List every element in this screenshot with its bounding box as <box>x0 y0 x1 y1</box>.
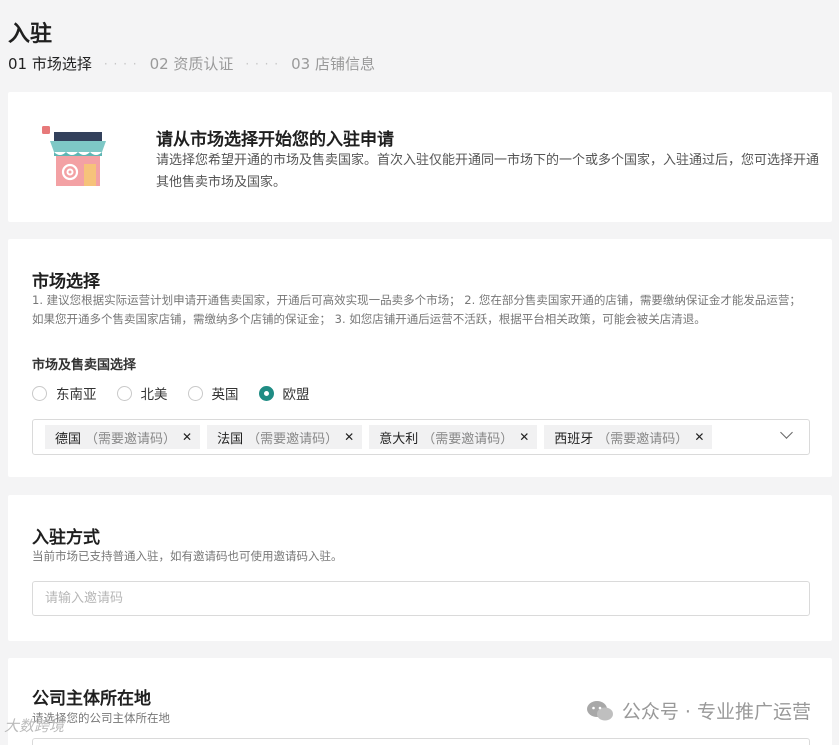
intro-title: 请从市场选择开始您的入驻申请 <box>156 130 394 150</box>
market-radio-group: 东南亚 北美 英国 欧盟 <box>32 383 330 403</box>
radio-checked-icon <box>258 385 274 401</box>
page-title: 入驻 <box>8 22 53 47</box>
close-icon[interactable]: ✕ <box>344 430 354 444</box>
step-indicator: 01 市场选择 · · · · 02 资质认证 · · · · 03 店铺信息 <box>8 53 375 74</box>
intro-description: 请选择您希望开通的市场及售卖国家。首次入驻仅能开通同一市场下的一个或多个国家，入… <box>156 153 820 190</box>
watermark-left: 大数跨境 <box>4 717 65 735</box>
country-tag: 法国 （需要邀请码） ✕ <box>207 425 363 449</box>
country-tag: 意大利 （需要邀请码） ✕ <box>369 425 538 449</box>
country-tag: 西班牙 （需要邀请码） ✕ <box>544 425 713 449</box>
entry-method-title: 入驻方式 <box>32 528 100 548</box>
tag-country-name: 意大利 <box>379 431 419 447</box>
tag-note: （需要邀请码） <box>597 431 689 447</box>
wechat-icon <box>586 700 613 720</box>
tag-note: （需要邀请码） <box>422 431 514 447</box>
market-description: 1. 建议您根据实际运营计划申请开通售卖国家，开通后可高效实现一品卖多个市场； … <box>32 293 801 326</box>
market-country-label: 市场及售卖国选择 <box>32 358 137 373</box>
radio-label: 东南亚 <box>56 387 97 403</box>
market-title: 市场选择 <box>32 272 100 292</box>
shop-icon <box>42 126 106 186</box>
step-separator: · · · · <box>103 56 138 71</box>
radio-north-america[interactable]: 北美 <box>116 383 168 403</box>
watermark: 公众号 · 专业推广运营 <box>586 697 811 724</box>
country-multi-select[interactable]: 德国 （需要邀请码） ✕ 法国 （需要邀请码） ✕ 意大利 （需要邀请码） ✕ … <box>32 419 810 455</box>
watermark-text: 公众号 · 专业推广运营 <box>621 701 811 723</box>
company-location-title: 公司主体所在地 <box>32 689 151 709</box>
tag-country-name: 法国 <box>217 431 244 447</box>
radio-uk[interactable]: 英国 <box>187 383 239 403</box>
radio-label: 北美 <box>140 387 168 403</box>
close-icon[interactable]: ✕ <box>519 430 529 444</box>
market-card: 市场选择 1. 建议您根据实际运营计划申请开通售卖国家，开通后可高效实现一品卖多… <box>8 239 832 477</box>
tag-country-name: 西班牙 <box>554 431 594 447</box>
entry-method-card: 入驻方式 当前市场已支持普通入驻，如有邀请码也可使用邀请码入驻。 <box>8 495 832 641</box>
invite-code-input[interactable] <box>32 581 810 616</box>
tag-note: （需要邀请码） <box>247 431 339 447</box>
step-3: 03 店铺信息 <box>291 55 375 73</box>
radio-label: 欧盟 <box>282 387 310 403</box>
country-tag: 德国 （需要邀请码） ✕ <box>45 425 201 449</box>
close-icon[interactable]: ✕ <box>182 430 192 444</box>
radio-circle-icon <box>116 385 132 401</box>
radio-eu[interactable]: 欧盟 <box>258 383 310 403</box>
step-separator: · · · · <box>245 56 280 71</box>
radio-circle-icon <box>32 385 47 401</box>
intro-card: 请从市场选择开始您的入驻申请 请选择您希望开通的市场及售卖国家。首次入驻仅能开通… <box>8 92 832 222</box>
radio-label: 英国 <box>211 387 239 403</box>
tag-note: （需要邀请码） <box>85 431 177 447</box>
radio-southeast-asia[interactable]: 东南亚 <box>32 383 97 403</box>
tag-country-name: 德国 <box>55 431 82 447</box>
step-1: 01 市场选择 <box>8 55 92 73</box>
step-2: 02 资质认证 <box>149 55 234 73</box>
entry-method-description: 当前市场已支持普通入驻，如有邀请码也可使用邀请码入驻。 <box>32 549 343 563</box>
close-icon[interactable]: ✕ <box>694 430 704 444</box>
company-location-select[interactable] <box>32 738 810 745</box>
chevron-down-icon[interactable] <box>780 426 793 439</box>
radio-circle-icon <box>187 385 203 401</box>
